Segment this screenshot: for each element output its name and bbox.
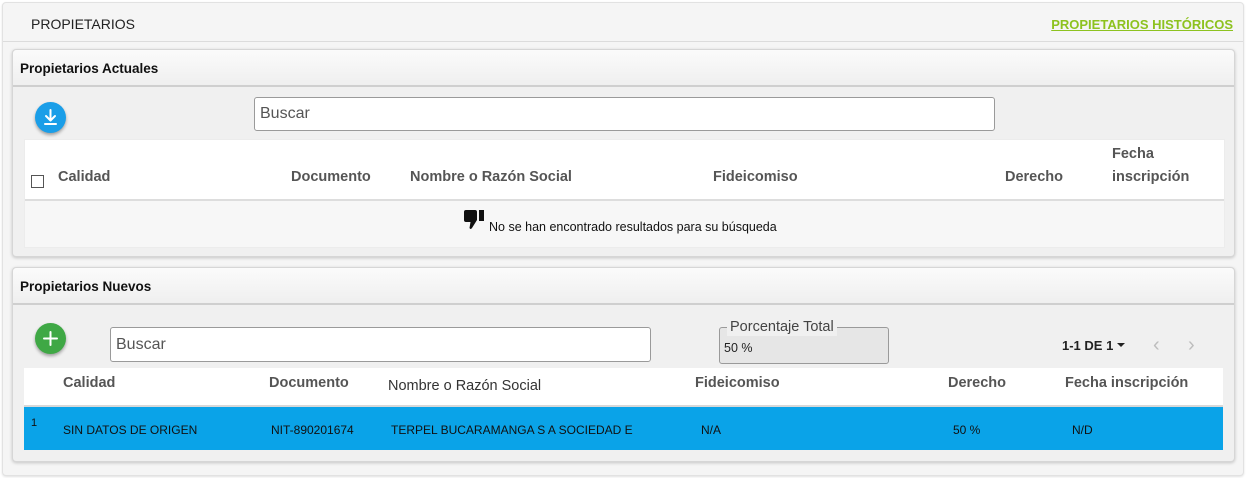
pagination-select[interactable]: 1-1 DE 1	[1062, 338, 1126, 353]
column-fideicomiso[interactable]: Fideicomiso	[713, 166, 798, 189]
table-row[interactable]: 1 SIN DATOS DE ORIGEN NIT-890201674 TERP…	[24, 407, 1223, 450]
percentage-total-label: Porcentaje Total	[727, 318, 837, 336]
plus-icon	[43, 331, 58, 346]
column-documento[interactable]: Documento	[291, 166, 371, 189]
row-index: 1	[31, 417, 38, 429]
select-all-checkbox[interactable]	[31, 175, 44, 188]
cell-calidad: SIN DATOS DE ORIGEN	[63, 423, 198, 437]
card-title: PROPIETARIOS	[31, 16, 135, 32]
owners-card: PROPIETARIOS PROPIETARIOS HISTÓRICOS Pro…	[2, 2, 1244, 476]
column-documento[interactable]: Documento	[269, 372, 349, 395]
current-owners-table: Calidad Documento Nombre o Razón Social …	[24, 139, 1225, 248]
current-owners-search-input[interactable]	[254, 97, 995, 131]
cell-nombre: TERPEL BUCARAMANGA S A SOCIEDAD E	[391, 423, 633, 437]
column-fecha-line2[interactable]: inscripción	[1112, 166, 1189, 189]
new-owners-header: Propietarios Nuevos	[13, 268, 1234, 305]
card-header: PROPIETARIOS PROPIETARIOS HISTÓRICOS	[3, 3, 1243, 42]
column-nombre[interactable]: Nombre o Razón Social	[388, 375, 541, 398]
column-fecha-line1[interactable]: Fecha	[1112, 143, 1154, 166]
pagination-label: 1-1 DE 1	[1062, 338, 1114, 353]
column-derecho[interactable]: Derecho	[1005, 166, 1063, 189]
download-button[interactable]	[35, 102, 66, 133]
column-fideicomiso[interactable]: Fideicomiso	[695, 372, 780, 395]
percentage-total-field: Porcentaje Total 50 %	[719, 318, 889, 364]
current-owners-header: Propietarios Actuales	[13, 50, 1234, 87]
new-owners-table: Calidad Documento Nombre o Razón Social …	[24, 368, 1223, 450]
new-owners-title: Propietarios Nuevos	[20, 279, 152, 294]
column-calidad[interactable]: Calidad	[58, 166, 110, 189]
add-owner-button[interactable]	[35, 323, 66, 354]
thumbs-down-icon	[464, 210, 484, 229]
cell-fecha: N/D	[1072, 423, 1093, 437]
historic-owners-link[interactable]: PROPIETARIOS HISTÓRICOS	[1051, 17, 1233, 32]
column-calidad[interactable]: Calidad	[63, 372, 115, 395]
cell-fideicomiso: N/A	[701, 423, 722, 437]
empty-results-message: No se han encontrado resultados para su …	[489, 220, 777, 234]
column-derecho[interactable]: Derecho	[948, 372, 1006, 395]
column-nombre[interactable]: Nombre o Razón Social	[410, 166, 572, 189]
current-owners-title: Propietarios Actuales	[20, 61, 159, 76]
new-owners-panel: Propietarios Nuevos Porcentaje Total 50 …	[12, 267, 1235, 462]
new-owners-table-header: Calidad Documento Nombre o Razón Social …	[24, 368, 1223, 407]
download-icon	[44, 109, 57, 125]
current-owners-panel: Propietarios Actuales Calidad Documento …	[12, 49, 1235, 257]
current-owners-table-header: Calidad Documento Nombre o Razón Social …	[25, 140, 1224, 201]
caret-down-icon	[1117, 342, 1126, 347]
cell-documento: NIT-890201674	[271, 423, 354, 437]
chevron-right-icon[interactable]: ›	[1188, 335, 1195, 355]
chevron-left-icon[interactable]: ‹	[1153, 335, 1160, 355]
percentage-total-value: 50 %	[724, 341, 753, 355]
new-owners-search-input[interactable]	[110, 327, 651, 362]
column-fecha[interactable]: Fecha inscripción	[1065, 372, 1188, 395]
cell-derecho: 50 %	[953, 423, 981, 437]
